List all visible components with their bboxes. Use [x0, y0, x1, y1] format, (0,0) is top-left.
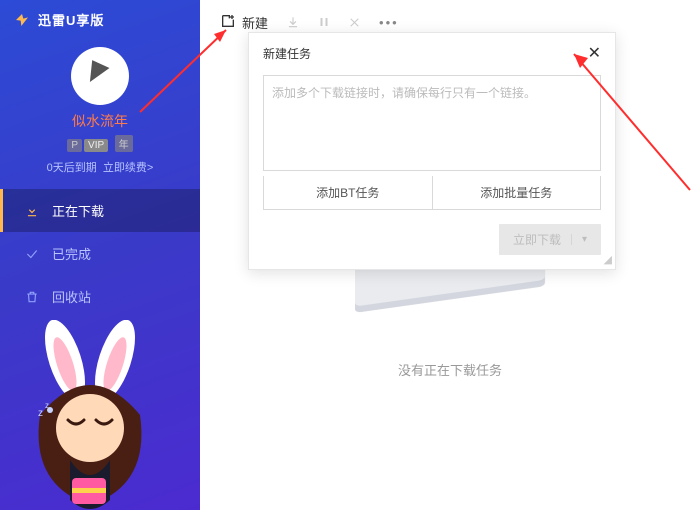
nav: 正在下载 已完成 回收站 — [0, 189, 200, 318]
renew-link[interactable]: 立即续费> — [103, 162, 153, 174]
delete-button — [348, 16, 361, 29]
new-task-modal: 新建任务 ✕ 添加BT任务 添加批量任务 立即下载 ▾ ◢ — [248, 32, 616, 270]
pause-button — [318, 15, 330, 29]
empty-text: 没有正在下载任务 — [200, 360, 700, 379]
add-bt-button[interactable]: 添加BT任务 — [264, 176, 432, 209]
username: 似水流年 — [0, 111, 200, 131]
download-now-button: 立即下载 ▾ — [499, 224, 601, 255]
chevron-down-icon: ▾ — [571, 234, 587, 245]
badge-p: P — [67, 139, 82, 152]
url-input[interactable] — [263, 75, 601, 171]
badge-year: 年 — [115, 135, 133, 152]
svg-text:z: z — [45, 401, 49, 410]
nav-label: 回收站 — [52, 287, 91, 306]
mascot-image: z z — [10, 320, 190, 510]
new-task-button[interactable]: 新建 — [220, 13, 268, 32]
expiry-row: 0天后到期 立即续费> — [0, 159, 200, 175]
modal-header: 新建任务 ✕ — [249, 33, 615, 69]
svg-text:z: z — [38, 408, 43, 419]
download-icon — [24, 203, 40, 219]
brand-logo-icon — [14, 12, 30, 28]
sub-button-row: 添加BT任务 添加批量任务 — [263, 176, 601, 210]
add-batch-button[interactable]: 添加批量任务 — [432, 176, 601, 209]
nav-label: 正在下载 — [52, 201, 104, 220]
trash-icon — [24, 289, 40, 305]
start-button — [286, 15, 300, 29]
nav-trash[interactable]: 回收站 — [0, 275, 200, 318]
new-icon — [220, 13, 236, 32]
brand: 迅雷U享版 — [0, 0, 200, 39]
download-now-label: 立即下载 — [513, 231, 561, 248]
more-button[interactable]: ••• — [379, 15, 399, 30]
brand-title: 迅雷U享版 — [38, 10, 104, 29]
check-icon — [24, 246, 40, 262]
new-label: 新建 — [242, 13, 268, 32]
modal-title: 新建任务 — [263, 45, 311, 62]
nav-label: 已完成 — [52, 244, 91, 263]
badge-vip: VIP — [84, 139, 108, 152]
user-badges: PVIP 年 — [0, 135, 200, 153]
close-icon[interactable]: ✕ — [588, 43, 601, 63]
nav-done[interactable]: 已完成 — [0, 232, 200, 275]
nav-downloading[interactable]: 正在下载 — [0, 189, 200, 232]
avatar[interactable] — [71, 47, 129, 105]
expiry-text: 0天后到期 — [47, 162, 97, 174]
sidebar: 迅雷U享版 似水流年 PVIP 年 0天后到期 立即续费> 正在下载 已完成 回… — [0, 0, 200, 510]
